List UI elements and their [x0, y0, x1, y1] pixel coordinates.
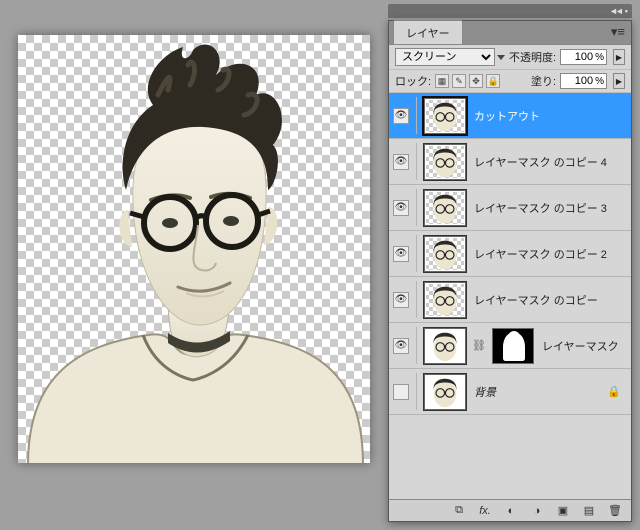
canvas-image [18, 35, 370, 463]
layer-name[interactable]: レイヤーマスク のコピー [472, 292, 627, 308]
lock-indicator-icon: 🔒 [607, 385, 627, 398]
lock-transparency-icon[interactable]: ▦ [435, 74, 449, 88]
layer-thumbnail[interactable] [424, 98, 466, 134]
layer-name[interactable]: カットアウト [472, 108, 627, 124]
blend-opacity-row: スクリーン 不透明度: % ▶ [389, 45, 631, 70]
layer-thumbnail[interactable] [424, 236, 466, 272]
separator [416, 143, 417, 180]
lock-buttons: ▦ ✎ ✥ 🔒 [435, 74, 500, 88]
panel-footer: ⧉ fx. ◐ ◑ ▣ ▤ 🗑 [389, 499, 631, 521]
layer-thumbnail[interactable] [424, 282, 466, 318]
fill-flyout-button[interactable]: ▶ [613, 73, 625, 89]
new-layer-icon[interactable]: ▤ [581, 504, 597, 517]
opacity-label: 不透明度: [509, 49, 556, 65]
layer-row[interactable]: 👁 カットアウト [389, 93, 631, 139]
separator [416, 281, 417, 318]
lock-label: ロック: [395, 73, 431, 89]
fill-input-wrap[interactable]: % [560, 73, 607, 89]
layer-row[interactable]: 👁 レイヤーマスク のコピー 3 [389, 185, 631, 231]
layer-thumbnail[interactable] [424, 328, 466, 364]
layer-name[interactable]: 背景 [472, 384, 601, 400]
layer-name[interactable]: レイヤーマスク のコピー 2 [472, 246, 627, 262]
lock-fill-row: ロック: ▦ ✎ ✥ 🔒 塗り: % ▶ [389, 70, 631, 93]
layers-list: 👁 カットアウト 👁 レイヤーマスク のコピー 4 👁 レイヤーマスク のコピー 3 👁 レイ… [389, 93, 631, 499]
lock-position-icon[interactable]: ✥ [469, 74, 483, 88]
separator [416, 189, 417, 226]
layer-row[interactable]: 背景 🔒 [389, 369, 631, 415]
panel-menu-icon[interactable]: ▾≡ [605, 20, 631, 44]
layer-row[interactable]: 👁 レイヤーマスク のコピー 2 [389, 231, 631, 277]
lock-pixels-icon[interactable]: ✎ [452, 74, 466, 88]
link-mask-icon[interactable]: ⛓ [472, 339, 486, 352]
fill-input[interactable] [561, 75, 595, 87]
mask-thumbnail[interactable] [492, 328, 534, 364]
visibility-toggle-icon[interactable]: 👁 [393, 292, 409, 308]
adjustment-layer-icon[interactable]: ◑ [529, 505, 545, 517]
visibility-toggle-icon[interactable]: 👁 [393, 338, 409, 354]
panel-collapse-bar[interactable]: ◄◄ ▪ [388, 4, 632, 18]
panel-menu-dot-icon: ▪ [625, 6, 628, 16]
dropdown-icon [497, 55, 505, 60]
layers-panel: レイヤー ▾≡ スクリーン 不透明度: % ▶ ロック: ▦ ✎ ✥ 🔒 塗り:… [388, 20, 632, 522]
visibility-toggle-icon[interactable]: 👁 [393, 108, 409, 124]
layer-name[interactable]: レイヤーマスク のコピー 4 [472, 154, 627, 170]
visibility-toggle-icon[interactable]: 👁 [393, 154, 409, 170]
lock-all-icon[interactable]: 🔒 [486, 74, 500, 88]
fill-label: 塗り: [531, 73, 556, 89]
visibility-toggle-icon[interactable]: 👁 [393, 246, 409, 262]
link-layers-icon[interactable]: ⧉ [451, 504, 467, 517]
layer-name[interactable]: レイヤーマスク のコピー 3 [472, 200, 627, 216]
blend-mode-select[interactable]: スクリーン [395, 48, 495, 66]
separator [416, 235, 417, 272]
layer-row[interactable]: 👁 ⛓ レイヤーマスク [389, 323, 631, 369]
layer-row[interactable]: 👁 レイヤーマスク のコピー [389, 277, 631, 323]
collapse-arrows-icon: ◄◄ [609, 6, 621, 16]
canvas[interactable] [18, 35, 370, 463]
layer-thumbnail[interactable] [424, 144, 466, 180]
visibility-toggle-icon[interactable] [393, 384, 409, 400]
panel-tabbar: レイヤー ▾≡ [389, 21, 631, 45]
add-mask-icon[interactable]: ◐ [503, 505, 519, 517]
layer-row[interactable]: 👁 レイヤーマスク のコピー 4 [389, 139, 631, 185]
visibility-toggle-icon[interactable]: 👁 [393, 200, 409, 216]
group-icon[interactable]: ▣ [555, 504, 571, 517]
opacity-flyout-button[interactable]: ▶ [613, 49, 625, 65]
layer-name[interactable]: レイヤーマスク [540, 338, 627, 354]
separator [416, 373, 417, 410]
separator [416, 327, 417, 364]
opacity-input-wrap[interactable]: % [560, 49, 607, 65]
separator [416, 97, 417, 134]
fx-icon[interactable]: fx. [477, 505, 493, 517]
opacity-input[interactable] [561, 51, 595, 63]
tab-layers[interactable]: レイヤー [393, 20, 463, 44]
layer-thumbnail[interactable] [424, 190, 466, 226]
trash-icon[interactable]: 🗑 [607, 504, 623, 517]
layer-thumbnail[interactable] [424, 374, 466, 410]
